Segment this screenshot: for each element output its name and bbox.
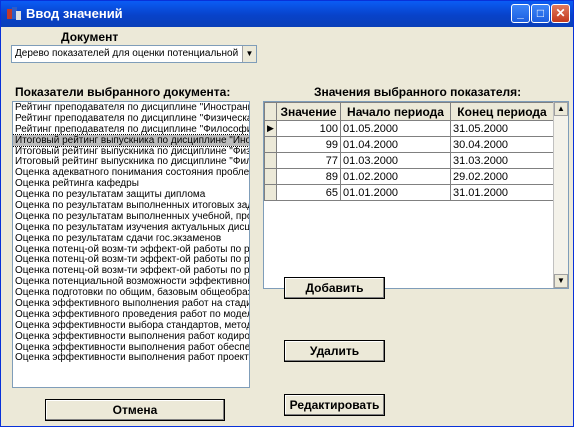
cell-value[interactable]: 99 [276,136,341,153]
cell-start[interactable]: 01.05.2000 [340,120,451,137]
indicators-label: Показатели выбранного документа: [15,85,231,99]
maximize-icon[interactable]: □ [531,4,550,23]
table-row[interactable]: 65 01.01.2000 31.01.2000 [264,184,554,201]
cell-end[interactable]: 31.05.2000 [450,120,554,137]
table-row[interactable]: 89 01.02.2000 29.02.2000 [264,168,554,185]
dialog-content: Документ Дерево показателей для оценки п… [1,27,573,426]
row-indicator[interactable] [264,184,277,201]
cell-end[interactable]: 29.02.2000 [450,168,554,185]
table-row[interactable]: 99 01.04.2000 30.04.2000 [264,136,554,153]
scroll-down-icon[interactable]: ▼ [554,274,568,288]
indicator-list-item[interactable]: Оценка эффективности выполнения работ ко… [13,331,249,342]
indicator-list-item[interactable]: Оценка эффективности выполнения работ пр… [13,352,249,364]
add-button[interactable]: Добавить [284,277,385,299]
cell-value[interactable]: 100 [276,120,341,137]
indicator-list-item[interactable]: Оценка потенц-ой возм-ти эффект-ой работ… [13,265,249,276]
indicator-list-item[interactable]: Оценка по результатам сдачи гос.экзамено… [13,233,249,244]
cell-start[interactable]: 01.04.2000 [340,136,451,153]
column-header-value[interactable]: Значение [276,102,341,121]
row-indicator[interactable] [264,152,277,169]
window-title: Ввод значений [26,6,123,21]
close-icon[interactable]: ✕ [551,4,570,23]
document-label: Документ [61,30,119,44]
cell-end[interactable]: 30.04.2000 [450,136,554,153]
cell-value[interactable]: 77 [276,152,341,169]
values-label: Значения выбранного показателя: [314,85,522,99]
app-icon [7,7,21,20]
minimize-icon[interactable]: _ [511,4,530,23]
indicator-list-item[interactable]: Рейтинг преподавателя по дисциплине "Физ… [13,113,249,124]
indicator-list-item[interactable]: Оценка рейтинга кафедры [13,178,249,189]
indicator-list-item[interactable]: Оценка адекватного понимания состояния п… [13,167,249,178]
title-bar[interactable]: Ввод значений _ □ ✕ [1,1,573,27]
document-select-value: Дерево показателей для оценки потенциаль… [15,48,239,59]
delete-button[interactable]: Удалить [284,340,385,362]
row-indicator[interactable] [264,168,277,185]
cell-start[interactable]: 01.02.2000 [340,168,451,185]
row-indicator[interactable] [264,136,277,153]
document-select[interactable]: Дерево показателей для оценки потенциаль… [11,45,257,63]
indicator-list-item[interactable]: Оценка потенциальной возможности эффекти… [13,276,249,287]
scroll-up-icon[interactable]: ▲ [554,102,568,116]
values-grid[interactable]: Значение Начало периода Конец периода ▶ 1… [263,101,569,289]
chevron-down-icon[interactable]: ▼ [242,46,256,62]
indicator-list-item[interactable]: Итоговый рейтинг выпускника по дисциплин… [13,146,249,157]
indicator-list-item[interactable]: Оценка по результатам выполненных итогов… [13,200,249,211]
edit-button[interactable]: Редактировать [284,394,385,416]
cell-end[interactable]: 31.03.2000 [450,152,554,169]
indicator-list-item[interactable]: Оценка эффективности выполнения работ об… [13,342,249,353]
cell-start[interactable]: 01.03.2000 [340,152,451,169]
cell-end[interactable]: 31.01.2000 [450,184,554,201]
indicator-list-item[interactable]: Оценка по результатам изучения актуальны… [13,222,249,233]
indicator-list-item[interactable]: Оценка эффективного выполнения работ на … [13,298,249,309]
indicator-list-item[interactable]: Оценка по результатам выполненных учебно… [13,211,249,222]
cell-start[interactable]: 01.01.2000 [340,184,451,201]
cell-value[interactable]: 89 [276,168,341,185]
cancel-button[interactable]: Отмена [45,399,225,421]
grid-scrollbar[interactable]: ▲ ▼ [553,102,568,288]
indicators-list[interactable]: Рейтинг преподавателя по дисциплине "Ино… [12,101,250,388]
column-header-start[interactable]: Начало периода [340,102,451,121]
row-indicator[interactable]: ▶ [264,120,277,137]
column-header-end[interactable]: Конец периода [450,102,554,121]
indicator-list-item[interactable]: Рейтинг преподавателя по дисциплине "Фил… [13,124,249,135]
table-row[interactable]: 77 01.03.2000 31.03.2000 [264,152,554,169]
indicator-list-item[interactable]: Итоговый рейтинг выпускника по дисциплин… [13,156,249,168]
cell-value[interactable]: 65 [276,184,341,201]
indicator-list-item[interactable]: Оценка потенц-ой возм-ти эффект-ой работ… [13,244,249,255]
indicator-list-item[interactable]: Оценка эффективного проведения работ по … [13,309,249,320]
indicator-list-item[interactable]: Оценка потенц-ой возм-ти эффект-ой работ… [13,254,249,266]
table-row[interactable]: ▶ 100 01.05.2000 31.05.2000 [264,120,554,137]
indicator-list-item[interactable]: Оценка подготовки по общим, базовым обще… [13,287,249,298]
app-window: Ввод значений _ □ ✕ Документ Дерево пока… [0,0,574,427]
grid-corner [264,102,277,121]
indicator-list-item[interactable]: Рейтинг преподавателя по дисциплине "Ино… [13,102,249,113]
indicator-list-item[interactable]: Оценка эффективности выбора стандартов, … [13,320,249,331]
indicator-list-item[interactable]: Оценка по результатам защиты диплома [13,189,249,200]
indicator-list-item[interactable]: Итоговый рейтинг выпускника по дисциплин… [13,133,249,147]
